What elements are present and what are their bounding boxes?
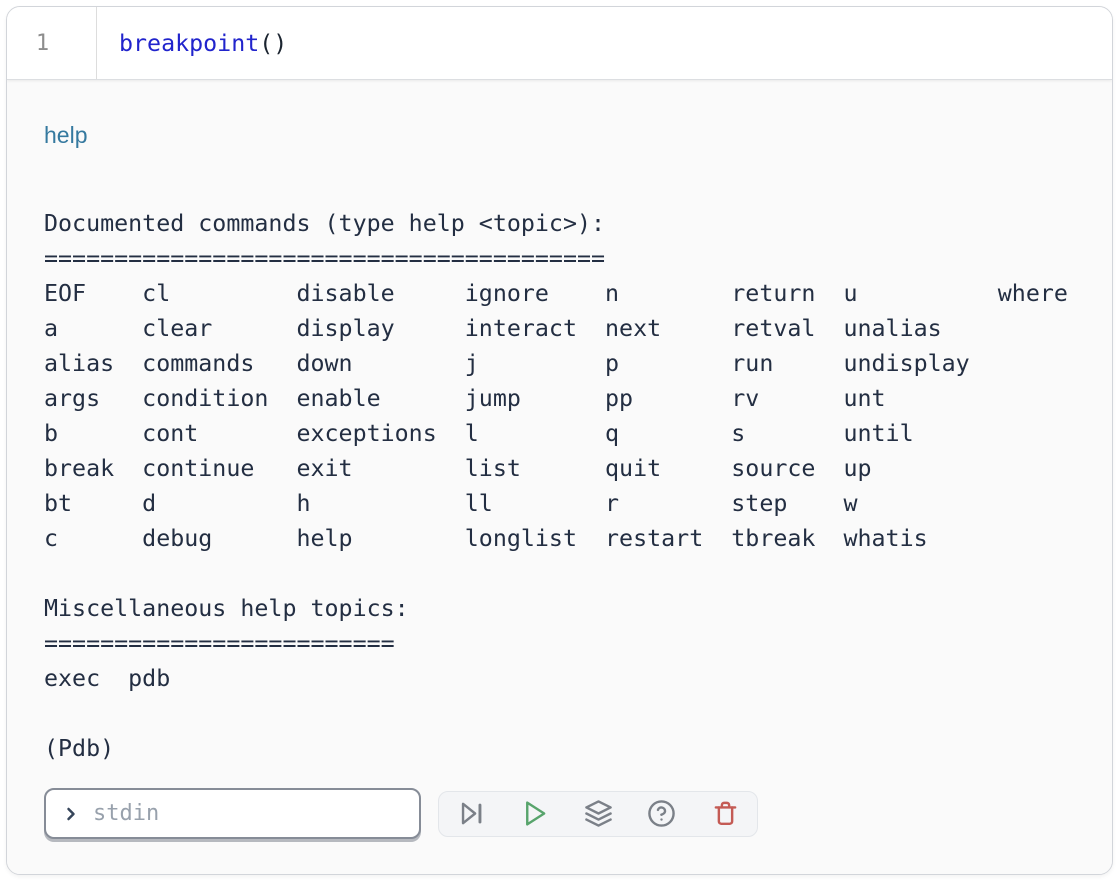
play-icon [520, 799, 549, 828]
skip-forward-icon [457, 799, 486, 828]
code-function-token: breakpoint [119, 30, 259, 57]
trash-icon [711, 799, 740, 828]
code-editor: 1 breakpoint() [7, 7, 1112, 80]
chevron-right-icon [61, 804, 81, 824]
clear-button[interactable] [709, 798, 741, 830]
console-output-area: help Documented commands (type help <top… [7, 80, 1112, 875]
echoed-command: help [44, 120, 1112, 150]
stdin-row [44, 788, 1112, 839]
step-button[interactable] [455, 798, 487, 830]
code-editor-line[interactable]: breakpoint() [97, 7, 1112, 79]
debug-toolbar [438, 791, 758, 837]
code-paren-token: () [259, 30, 287, 57]
console-output: Documented commands (type help <topic>):… [44, 206, 1112, 766]
stdin-input[interactable] [93, 801, 419, 826]
line-number-gutter: 1 [7, 7, 97, 79]
line-number: 1 [36, 31, 67, 56]
help-button[interactable] [646, 798, 678, 830]
help-circle-icon [647, 799, 676, 828]
stdin-box[interactable] [44, 788, 421, 839]
layers-icon [584, 799, 613, 828]
run-button[interactable] [519, 798, 551, 830]
stack-button[interactable] [582, 798, 614, 830]
code-runner-panel: 1 breakpoint() help Documented commands … [6, 6, 1113, 875]
